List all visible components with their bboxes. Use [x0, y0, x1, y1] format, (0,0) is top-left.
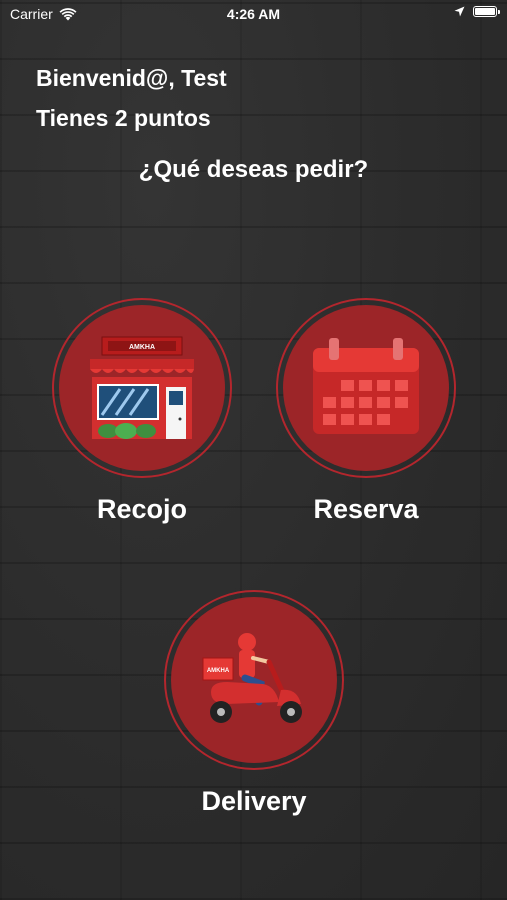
reserva-circle[interactable]: [276, 298, 456, 478]
points-text: Tienes 2 puntos: [36, 105, 211, 131]
delivery-option[interactable]: AMKHA Delivery: [162, 590, 346, 817]
battery-icon: [473, 6, 500, 17]
status-time: 4:26 AM: [226, 6, 281, 22]
storefront-icon: AMKHA: [90, 336, 194, 439]
store-sign-text: AMKHA: [129, 344, 155, 351]
delivery-box-text: AMKHA: [207, 668, 230, 674]
location-arrow-icon: [454, 6, 465, 17]
delivery-label[interactable]: Delivery: [162, 786, 346, 817]
recojo-circle[interactable]: AMKHA: [52, 298, 232, 478]
recojo-option[interactable]: AMKHA Recojo: [50, 298, 234, 525]
recojo-label[interactable]: Recojo: [50, 494, 234, 525]
welcome-text: Bienvenid@, Test: [36, 65, 227, 91]
greeting-block: Bienvenid@, Test Tienes 2 puntos: [36, 58, 227, 138]
calendar-icon: [313, 338, 419, 434]
battery-level: [475, 8, 495, 15]
status-right: [454, 6, 500, 17]
reserva-label[interactable]: Reserva: [274, 494, 458, 525]
delivery-scooter-icon: AMKHA: [202, 633, 302, 723]
delivery-circle[interactable]: AMKHA: [164, 590, 344, 770]
status-bar: Carrier 4:26 AM: [0, 0, 507, 28]
reserva-option[interactable]: Reserva: [274, 298, 458, 525]
order-question: ¿Qué deseas pedir?: [138, 156, 369, 183]
